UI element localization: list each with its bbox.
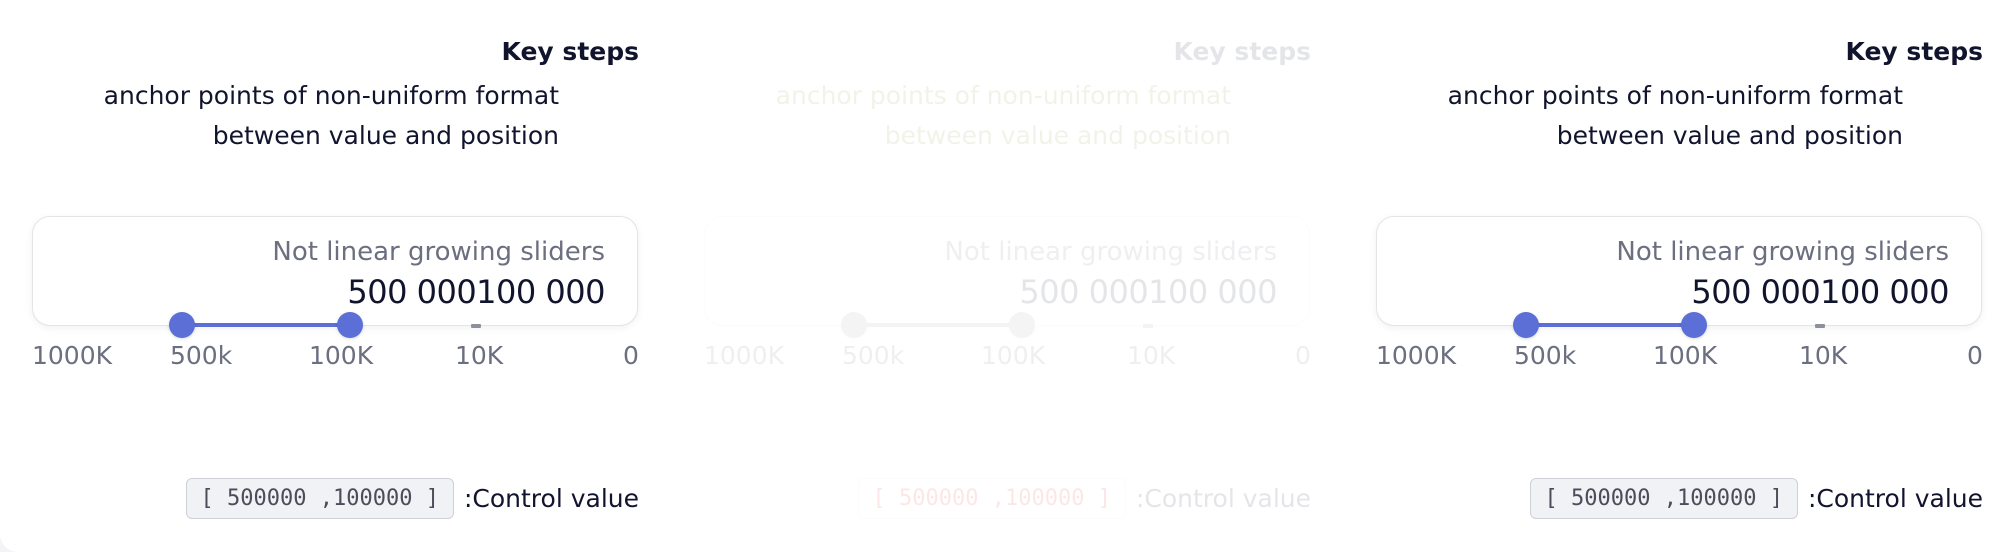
value-low: 500 000: [347, 273, 477, 311]
card-values: 500 000100 000: [1691, 273, 1949, 311]
scale-label: 10K: [1799, 341, 1848, 370]
description-line: anchor points of non-uniform format: [775, 81, 1231, 110]
scale-label: 10K: [455, 341, 504, 370]
scale-label: 1000K: [704, 341, 785, 370]
description-line: between value and position: [212, 121, 559, 150]
slider-thumb-low[interactable]: [841, 312, 867, 338]
slider-card: Not linear growing sliders 500 000100 00…: [32, 216, 638, 326]
slider-tick-mark: [471, 324, 481, 328]
slider-range-fill: [182, 323, 350, 327]
panel-title: Key steps: [501, 37, 639, 66]
control-value-label: :Control value: [1135, 484, 1311, 513]
control-value-row: [ 500000 ,100000 ] :Control value: [185, 478, 639, 519]
value-high: 100 000: [1148, 273, 1277, 311]
scale-label: 0: [1295, 341, 1311, 370]
control-value-row: [ 500000 ,100000 ] :Control value: [857, 478, 1311, 519]
scale-label: 500k: [1514, 341, 1577, 370]
slider-card: Not linear growing sliders 500 000100 00…: [1376, 216, 1982, 326]
scale-label: 0: [623, 341, 639, 370]
control-value-label: :Control value: [463, 484, 639, 513]
panel-description: anchor points of non-uniform format betw…: [776, 76, 1231, 156]
scale-label: 10K: [1127, 341, 1176, 370]
description-line: anchor points of non-uniform format: [103, 81, 559, 110]
slider-panel-1: Key steps anchor points of non-uniform f…: [0, 0, 672, 552]
slider-card: Not linear growing sliders 500 000100 00…: [704, 216, 1310, 326]
slider-range-fill: [1526, 323, 1694, 327]
slider-range-fill: [854, 323, 1022, 327]
panel-description: anchor points of non-uniform format betw…: [104, 76, 559, 156]
description-line: between value and position: [884, 121, 1231, 150]
description-line: anchor points of non-uniform format: [1447, 81, 1903, 110]
card-values: 500 000100 000: [1019, 273, 1277, 311]
scale-label: 100K: [309, 341, 374, 370]
scale-label: 0: [1967, 341, 1983, 370]
card-label: Not linear growing sliders: [1616, 237, 1949, 267]
control-value-field[interactable]: [ 500000 ,100000 ]: [185, 478, 454, 519]
panel-title: Key steps: [1173, 37, 1311, 66]
control-value-field[interactable]: [ 500000 ,100000 ]: [1529, 478, 1798, 519]
scale-label: 100K: [981, 341, 1046, 370]
slider-thumb-high[interactable]: [1009, 312, 1035, 338]
slider-panel-3: Key steps anchor points of non-uniform f…: [1344, 0, 2016, 552]
scale-label: 100K: [1653, 341, 1718, 370]
value-low: 500 000: [1019, 273, 1149, 311]
control-value-field[interactable]: [ 500000 ,100000 ]: [857, 478, 1126, 519]
scale-label: 1000K: [1376, 341, 1457, 370]
control-value-row: [ 500000 ,100000 ] :Control value: [1529, 478, 1983, 519]
slider-thumb-high[interactable]: [337, 312, 363, 338]
scale-label: 500k: [842, 341, 905, 370]
panel-title: Key steps: [1845, 37, 1983, 66]
slider-tick-mark: [1815, 324, 1825, 328]
panel-description: anchor points of non-uniform format betw…: [1448, 76, 1903, 156]
slider-thumb-high[interactable]: [1681, 312, 1707, 338]
control-value-label: :Control value: [1807, 484, 1983, 513]
scale-label: 500k: [170, 341, 233, 370]
value-high: 100 000: [476, 273, 605, 311]
card-values: 500 000100 000: [347, 273, 605, 311]
slider-tick-mark: [1143, 324, 1153, 328]
value-low: 500 000: [1691, 273, 1821, 311]
value-high: 100 000: [1820, 273, 1949, 311]
card-label: Not linear growing sliders: [944, 237, 1277, 267]
slider-thumb-low[interactable]: [1513, 312, 1539, 338]
card-label: Not linear growing sliders: [272, 237, 605, 267]
slider-panel-2: Key steps anchor points of non-uniform f…: [672, 0, 1344, 552]
slider-thumb-low[interactable]: [169, 312, 195, 338]
description-line: between value and position: [1556, 121, 1903, 150]
scale-label: 1000K: [32, 341, 113, 370]
